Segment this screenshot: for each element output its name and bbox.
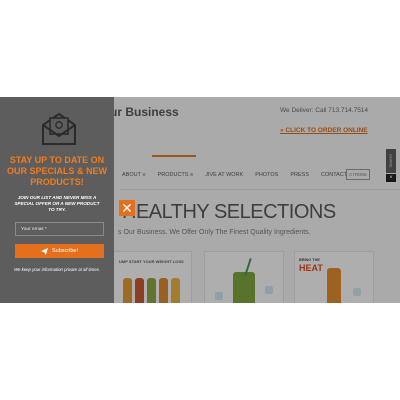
paper-plane-icon (41, 247, 48, 255)
card-caption: UMP START YOUR WEIGHT LOSS (119, 259, 184, 264)
ice-cube-image (215, 292, 223, 300)
bottle-image (327, 268, 341, 303)
share-tab[interactable]: SHARE (386, 149, 396, 173)
bottle-image (135, 278, 144, 303)
ice-cube-image (353, 288, 361, 296)
bottle-image (123, 278, 132, 303)
nav-item-photos[interactable]: PHOTOS (255, 172, 278, 178)
order-online-link[interactable]: » CLICK TO ORDER ONLINE (280, 127, 368, 134)
smoothie-cup-image (233, 272, 255, 303)
main-nav: ABOUT ≡ PRODUCTS ≡ JIVE AT WORK PHOTOS P… (122, 172, 347, 178)
nav-item-products[interactable]: PRODUCTS ≡ (158, 172, 194, 178)
nav-item-jive-at-work[interactable]: JIVE AT WORK (205, 172, 243, 178)
close-icon[interactable]: ✕ (119, 200, 135, 216)
bottle-image (171, 278, 180, 303)
subscribe-button[interactable]: Subscribe! (15, 244, 104, 258)
privacy-note: We keep your information private at all … (14, 267, 100, 272)
ice-cube-image (265, 286, 273, 294)
nav-item-about[interactable]: ABOUT ≡ (122, 172, 146, 178)
bottle-image (159, 278, 168, 303)
popup-title: STAY UP TO DATE ON OUR SPECIALS & NEW PR… (6, 155, 107, 187)
card-caption-big: HEAT (299, 263, 323, 273)
cart-items-button[interactable]: 0 ITEMS (346, 169, 370, 180)
email-input[interactable] (15, 222, 104, 236)
product-card-juices[interactable]: UMP START YOUR WEIGHT LOSS (112, 251, 192, 303)
product-card-heat[interactable]: BRING THE HEAT (294, 251, 374, 303)
nav-item-press[interactable]: PRESS (290, 172, 309, 178)
page-headline: HEALTHY SELECTIONS (122, 201, 336, 223)
nav-accent-line (152, 155, 196, 157)
subscribe-label: Subscribe! (52, 248, 78, 254)
bottle-image (147, 278, 156, 303)
page-subheadline: s Our Business. We Offer Only The Finest… (118, 229, 311, 236)
divider (120, 189, 400, 190)
delivery-phone: We Deliver: Call 713.714.7514 (280, 107, 369, 114)
site-brand[interactable]: ur Business (110, 105, 179, 119)
nav-item-contact[interactable]: CONTACT (321, 172, 347, 178)
card-caption-small: BRING THE (299, 258, 320, 262)
share-close-button[interactable]: × (386, 174, 396, 182)
envelope-icon (40, 111, 78, 147)
newsletter-popup: STAY UP TO DATE ON OUR SPECIALS & NEW PR… (0, 97, 114, 303)
popup-body: JOIN OUR LIST AND NEVER MISS A SPECIAL O… (14, 195, 100, 212)
product-card-smoothie[interactable] (204, 251, 284, 303)
